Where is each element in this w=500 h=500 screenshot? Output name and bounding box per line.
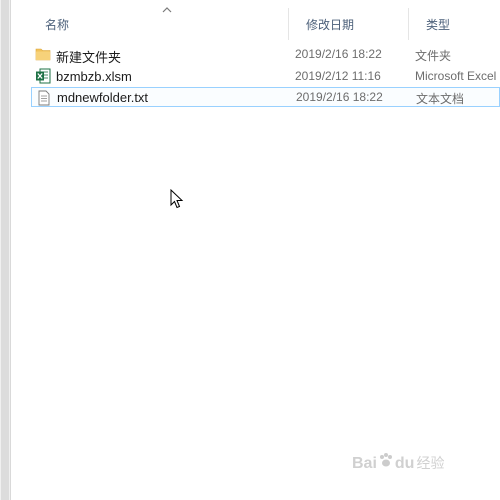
sort-ascending-icon: [162, 7, 172, 13]
excel-file-icon: [36, 68, 51, 84]
file-row-text[interactable]: mdnewfolder.txt 2019/2/16 18:22 文本文档: [31, 87, 500, 107]
file-type: 文本文档: [416, 92, 465, 106]
column-divider[interactable]: [408, 8, 409, 40]
navigation-pane-edge: [0, 0, 11, 500]
file-row-excel[interactable]: bzmbzb.xlsm 2019/2/12 11:16 Microsoft Ex…: [31, 66, 500, 86]
file-type: 文件夹: [415, 49, 452, 63]
watermark-subtext: 经验: [416, 455, 445, 471]
column-header-type[interactable]: 类型: [426, 16, 450, 33]
file-date-modified: 2019/2/16 18:22: [296, 90, 383, 104]
column-header-date-modified[interactable]: 修改日期: [306, 16, 354, 33]
folder-icon: [35, 48, 51, 61]
mouse-pointer-icon: [170, 189, 184, 209]
file-type: Microsoft Excel: [415, 69, 497, 83]
text-file-icon: [38, 90, 50, 106]
file-name: 新建文件夹: [56, 50, 122, 65]
baidu-jingyan-watermark: Bai du 经验: [352, 452, 444, 473]
navigation-scrollbar[interactable]: [1, 0, 9, 500]
file-row-folder[interactable]: 新建文件夹 2019/2/16 18:22 文件夹: [31, 44, 500, 65]
column-header-name[interactable]: 名称: [45, 16, 69, 33]
file-name: bzmbzb.xlsm: [56, 69, 132, 84]
file-date-modified: 2019/2/16 18:22: [295, 47, 382, 61]
watermark-text-right: du: [394, 455, 415, 472]
paw-logo-icon: [379, 453, 392, 467]
column-header-bar: 名称 修改日期 类型: [11, 0, 500, 41]
watermark-text-left: Bai: [352, 455, 377, 472]
column-divider[interactable]: [288, 8, 289, 40]
file-name: mdnewfolder.txt: [57, 90, 149, 105]
file-date-modified: 2019/2/12 11:16: [295, 69, 381, 83]
